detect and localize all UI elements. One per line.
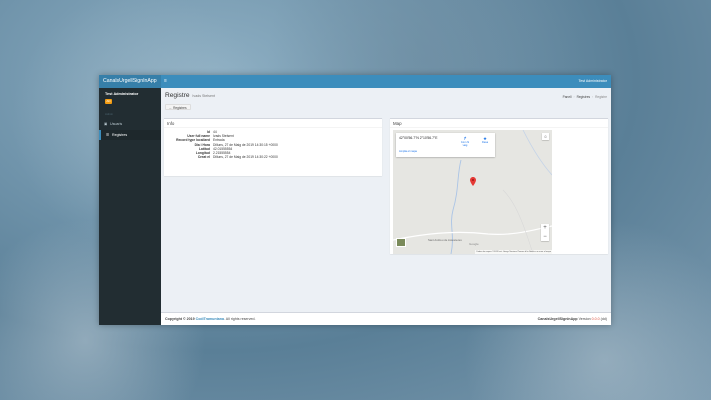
footer-copyright: Copyright © 2019 CodiTramuntana. All rig… xyxy=(165,317,256,321)
map-box: Map 42°00'56.7"N 2°10'56.7"E ↱ Com hi vai… xyxy=(390,118,608,254)
map-place-label: Sant Andreu de Llavaneres xyxy=(428,238,462,242)
list-icon: ☰ xyxy=(106,133,110,137)
page-subtitle: Ivads Stelsent xyxy=(192,94,215,98)
map-box-title: Map xyxy=(393,121,402,126)
satellite-toggle-thumbnail[interactable] xyxy=(396,238,406,247)
zoom-controls: + − xyxy=(541,224,549,241)
zoom-in-button[interactable]: + xyxy=(541,224,549,233)
page-title-text: Registre xyxy=(165,92,190,99)
sidebar-user-name: Test Administrator xyxy=(105,92,139,96)
page-footer: Copyright © 2019 CodiTramuntana. All rig… xyxy=(161,312,611,325)
info-list: Id 44 User full name Ivads Stelsent Record… xyxy=(167,130,379,159)
view-larger-map-link[interactable]: Amplia el mapa xyxy=(399,150,417,153)
main-content: Registre Ivads Stelsent Panell › Registres… xyxy=(161,88,611,312)
users-icon: ▣ xyxy=(104,122,108,126)
breadcrumb-panell[interactable]: Panell xyxy=(563,95,572,99)
location-pin-icon[interactable] xyxy=(470,177,476,186)
footer-version: CanalsUrgellSignInApp Version 0.0.0 (dd) xyxy=(537,317,607,321)
sidebar: Test Administrator AD Admin ▣ Usuaris ☰ … xyxy=(99,88,161,325)
sidebar-item-label: Usuaris xyxy=(110,122,123,126)
directions-button[interactable]: ↱ Com hi vaig xyxy=(459,136,471,147)
google-logo: Google xyxy=(469,242,479,246)
info-box-title: Info xyxy=(167,121,175,126)
breadcrumb-current: Registre xyxy=(595,95,607,99)
user-menu[interactable]: Test Administrator xyxy=(578,75,607,88)
hamburger-icon[interactable]: ≡ xyxy=(164,75,167,88)
place-coordinates: 42°00'56.7"N 2°10'56.7"E xyxy=(399,136,438,140)
google-map[interactable]: 42°00'56.7"N 2°10'56.7"E ↱ Com hi vaig ★ D… xyxy=(393,130,552,254)
street-view-pegman-icon[interactable]: ☺ xyxy=(542,133,549,140)
brand-logo[interactable]: CanalsUrgellSignInApp xyxy=(99,75,161,88)
page-title: Registre Ivads Stelsent xyxy=(165,92,215,99)
sidebar-section-header: Admin xyxy=(105,112,113,116)
app-window: CanalsUrgellSignInApp ≡ Test Administrat… xyxy=(99,75,611,325)
info-box: Info Id 44 User full name Ivads Stelsent R… xyxy=(164,118,382,176)
breadcrumb: Panell › Registres › Registre xyxy=(562,95,607,99)
map-attribution[interactable]: Dades de mapes ©2019 Inst. Geogr. Nacion… xyxy=(475,250,552,254)
save-place-button[interactable]: ★ Desa xyxy=(479,136,491,144)
user-role-badge: AD xyxy=(105,99,112,104)
top-navbar: CanalsUrgellSignInApp ≡ Test Administrat… xyxy=(99,75,611,88)
back-to-registres-button[interactable]: ← Registres xyxy=(165,104,191,110)
zoom-out-button[interactable]: − xyxy=(541,233,549,242)
sidebar-item-label: Registres xyxy=(112,133,128,137)
sidebar-item-usuaris[interactable]: ▣ Usuaris xyxy=(99,119,161,129)
breadcrumb-registres[interactable]: Registres xyxy=(577,95,590,99)
company-link[interactable]: CodiTramuntana xyxy=(196,317,224,321)
info-row-created: Creat el Dilluns, 27 de Maig de 2019 14:3… xyxy=(197,155,278,160)
sidebar-item-registres[interactable]: ☰ Registres xyxy=(99,130,161,140)
place-info-card: 42°00'56.7"N 2°10'56.7"E ↱ Com hi vaig ★ D… xyxy=(396,133,495,157)
